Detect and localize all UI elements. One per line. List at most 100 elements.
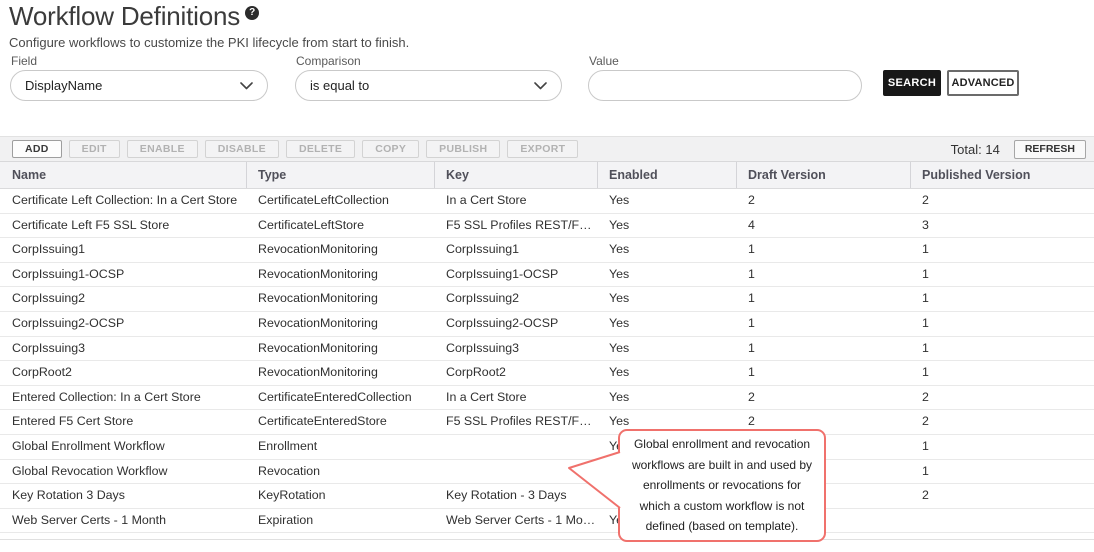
toolbar-right: Total: 14 REFRESH [951, 140, 1086, 159]
table-cell: Yes [597, 287, 736, 311]
table-row[interactable]: Key Rotation 3 DaysKeyRotationKey Rotati… [0, 484, 1094, 509]
toolbar-buttons: ADDEDITENABLEDISABLEDELETECOPYPUBLISHEXP… [12, 140, 585, 158]
table-cell: CorpIssuing2-OCSP [0, 312, 246, 336]
grid-toolbar: ADDEDITENABLEDISABLEDELETECOPYPUBLISHEXP… [0, 136, 1094, 162]
table-cell: CertificateEnteredStore [246, 410, 434, 434]
table-cell: 2 [736, 189, 910, 213]
table-row[interactable]: CorpIssuing1RevocationMonitoringCorpIssu… [0, 238, 1094, 263]
table-cell: F5 SSL Profiles REST/F5 SSL [434, 214, 597, 238]
comparison-select-value: is equal to [310, 78, 369, 93]
workflow-grid: ADDEDITENABLEDISABLEDELETECOPYPUBLISHEXP… [0, 136, 1094, 540]
table-cell: Certificate Left F5 SSL Store [0, 214, 246, 238]
table-cell: CertificateLeftStore [246, 214, 434, 238]
search-button[interactable]: SEARCH [883, 70, 941, 96]
table-cell: CorpIssuing1-OCSP [0, 263, 246, 287]
table-cell: Entered F5 Cert Store [0, 410, 246, 434]
field-select-value: DisplayName [25, 78, 102, 93]
table-cell: In a Cert Store [434, 189, 597, 213]
table-body: Certificate Left Collection: In a Cert S… [0, 189, 1094, 533]
toolbar-button-edit: EDIT [69, 140, 120, 158]
comparison-select[interactable]: is equal to [295, 70, 562, 101]
table-cell: Entered Collection: In a Cert Store [0, 386, 246, 410]
table-row[interactable]: Global Revocation WorkflowRevocation1 [0, 460, 1094, 485]
value-input[interactable] [588, 70, 862, 101]
table-row[interactable]: Certificate Left Collection: In a Cert S… [0, 189, 1094, 214]
refresh-button[interactable]: REFRESH [1014, 140, 1086, 159]
table-cell: 2 [910, 189, 1094, 213]
table-cell: 1 [910, 312, 1094, 336]
table-cell: Global Revocation Workflow [0, 460, 246, 484]
table-cell: CorpRoot2 [0, 361, 246, 385]
page-subtitle: Configure workflows to customize the PKI… [9, 35, 409, 50]
table-row[interactable]: Entered F5 Cert StoreCertificateEnteredS… [0, 410, 1094, 435]
toolbar-button-copy: COPY [362, 140, 419, 158]
chevron-down-icon [240, 82, 253, 90]
table-row[interactable]: CorpRoot2RevocationMonitoringCorpRoot2Ye… [0, 361, 1094, 386]
column-header-enabled[interactable]: Enabled [597, 162, 736, 188]
table-cell: CorpIssuing1-OCSP [434, 263, 597, 287]
table-cell: 1 [910, 263, 1094, 287]
column-header-published-version[interactable]: Published Version [910, 162, 1094, 188]
table-cell: CorpRoot2 [434, 361, 597, 385]
column-header-name[interactable]: Name [0, 162, 246, 188]
table-cell: CorpIssuing1 [0, 238, 246, 262]
table-row[interactable]: CorpIssuing1-OCSPRevocationMonitoringCor… [0, 263, 1094, 288]
table-cell: F5 SSL Profiles REST/F5 SSL [434, 410, 597, 434]
table-cell: Yes [597, 238, 736, 262]
table-cell: RevocationMonitoring [246, 287, 434, 311]
table-row[interactable]: CorpIssuing3RevocationMonitoringCorpIssu… [0, 337, 1094, 362]
grid-footer-strip [0, 533, 1094, 540]
table-cell: 1 [910, 238, 1094, 262]
table-cell: RevocationMonitoring [246, 361, 434, 385]
table-cell: KeyRotation [246, 484, 434, 508]
chevron-down-icon [534, 82, 547, 90]
table-cell: 3 [910, 214, 1094, 238]
grid-header: NameTypeKeyEnabledDraft VersionPublished… [0, 162, 1094, 189]
callout-tail [564, 447, 624, 511]
toolbar-button-add[interactable]: ADD [12, 140, 62, 158]
table-cell: Yes [597, 361, 736, 385]
column-header-type[interactable]: Type [246, 162, 434, 188]
table-cell: RevocationMonitoring [246, 263, 434, 287]
table-cell: 4 [736, 214, 910, 238]
table-row[interactable]: Certificate Left F5 SSL StoreCertificate… [0, 214, 1094, 239]
table-cell: CertificateEnteredCollection [246, 386, 434, 410]
table-cell: CorpIssuing1 [434, 238, 597, 262]
table-cell: Yes [597, 337, 736, 361]
table-cell: In a Cert Store [434, 386, 597, 410]
table-cell: Yes [597, 386, 736, 410]
advanced-button[interactable]: ADVANCED [947, 70, 1019, 96]
table-cell: 1 [910, 361, 1094, 385]
table-row[interactable]: CorpIssuing2-OCSPRevocationMonitoringCor… [0, 312, 1094, 337]
table-cell: CorpIssuing2 [434, 287, 597, 311]
help-icon[interactable]: ? [245, 6, 259, 20]
table-cell: CorpIssuing3 [0, 337, 246, 361]
table-cell: 1 [910, 460, 1094, 484]
table-cell: Expiration [246, 509, 434, 533]
table-cell: RevocationMonitoring [246, 312, 434, 336]
table-cell: Yes [597, 189, 736, 213]
table-cell: 1 [736, 337, 910, 361]
table-row[interactable]: Entered Collection: In a Cert StoreCerti… [0, 386, 1094, 411]
table-cell: 2 [910, 386, 1094, 410]
field-label: Field [11, 54, 37, 68]
table-row[interactable]: Web Server Certs - 1 MonthExpirationWeb … [0, 509, 1094, 534]
total-count: Total: 14 [951, 142, 1000, 157]
callout-text: Global enrollment and revocation workflo… [629, 434, 815, 537]
table-cell: Global Enrollment Workflow [0, 435, 246, 459]
workflow-definitions-page: Workflow Definitions? Configure workflow… [0, 0, 1094, 552]
table-cell: 2 [736, 386, 910, 410]
column-header-draft-version[interactable]: Draft Version [736, 162, 910, 188]
table-row[interactable]: Global Enrollment WorkflowEnrollmentYes1 [0, 435, 1094, 460]
column-header-key[interactable]: Key [434, 162, 597, 188]
table-cell: Web Server Certs - 1 Month ... [434, 509, 597, 533]
table-cell: CorpIssuing3 [434, 337, 597, 361]
value-label: Value [589, 54, 619, 68]
table-row[interactable]: CorpIssuing2RevocationMonitoringCorpIssu… [0, 287, 1094, 312]
field-select[interactable]: DisplayName [10, 70, 268, 101]
toolbar-button-export: EXPORT [507, 140, 578, 158]
table-cell: Yes [597, 214, 736, 238]
table-cell: Key Rotation 3 Days [0, 484, 246, 508]
table-cell: Certificate Left Collection: In a Cert S… [0, 189, 246, 213]
table-cell: 1 [736, 312, 910, 336]
